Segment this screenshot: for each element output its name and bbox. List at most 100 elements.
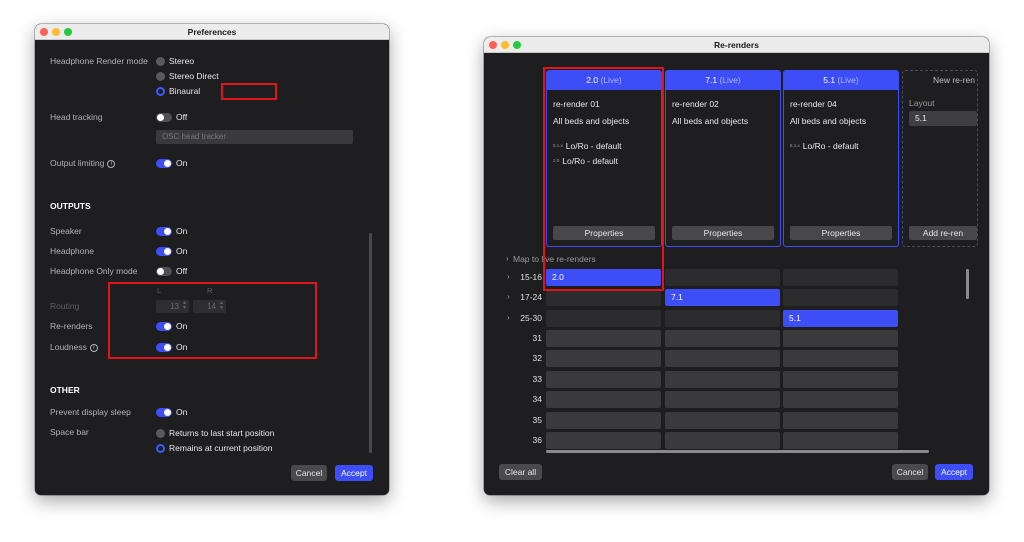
- minimize-button[interactable]: [501, 41, 509, 49]
- accept-button[interactable]: Accept: [335, 465, 373, 481]
- grid-cell[interactable]: [665, 330, 780, 347]
- titlebar: Re-renders: [484, 37, 989, 53]
- grid-cell[interactable]: [783, 371, 898, 388]
- radio-returns-start-label: Returns to last start position: [169, 428, 275, 438]
- grid-cell[interactable]: [783, 269, 898, 286]
- grid-cell[interactable]: [546, 391, 661, 408]
- info-icon[interactable]: i: [89, 343, 98, 352]
- grid-cell[interactable]: [546, 350, 661, 367]
- accept-button[interactable]: Accept: [935, 464, 973, 480]
- space-bar-label: Space bar: [50, 427, 89, 437]
- card-content: All beds and objects: [790, 116, 867, 126]
- preferences-window: Preferences Headphone Render mode Stereo…: [35, 24, 389, 495]
- head-tracking-toggle[interactable]: [156, 113, 172, 122]
- rerenders-window: Re-renders 2.0 (Live) re-render 01 All b…: [484, 37, 989, 495]
- window-controls: [40, 28, 72, 36]
- channel-range-label: 34: [532, 394, 542, 404]
- headphone-only-toggle[interactable]: [156, 267, 172, 276]
- rerender-card-7-1[interactable]: 7.1 (Live) re-render 02 All beds and obj…: [665, 70, 781, 247]
- output-limiting-label: Output limiting i: [50, 158, 116, 168]
- channel-range-label: 33: [532, 374, 542, 384]
- output-limiting-toggle[interactable]: [156, 159, 172, 168]
- grid-cell[interactable]: [546, 412, 661, 429]
- grid-cell[interactable]: [546, 310, 661, 327]
- grid-cell[interactable]: [665, 371, 780, 388]
- grid-row: 36: [484, 432, 898, 449]
- layout-select[interactable]: 5.1: [909, 111, 977, 126]
- channel-range-label: 35: [532, 415, 542, 425]
- grid-cell[interactable]: [546, 371, 661, 388]
- osc-head-tracker-field[interactable]: OSC head tracker: [156, 130, 353, 144]
- add-rerender-button[interactable]: Add re-ren: [909, 226, 977, 240]
- window-controls: [489, 41, 521, 49]
- scrollbar[interactable]: [369, 233, 372, 453]
- headphone-render-mode-label: Headphone Render mode: [50, 56, 148, 66]
- minimize-button[interactable]: [52, 28, 60, 36]
- outputs-heading: OUTPUTS: [50, 201, 91, 211]
- grid-cell[interactable]: [783, 330, 898, 347]
- radio-returns-start[interactable]: [156, 429, 165, 438]
- radio-stereo-direct[interactable]: [156, 72, 165, 81]
- radio-stereo-label: Stereo: [169, 56, 195, 66]
- scrollbar-horizontal[interactable]: [546, 450, 929, 453]
- card-header: 5.1 (Live): [784, 71, 898, 90]
- card-name: re-render 02: [672, 99, 719, 109]
- prevent-sleep-state: On: [176, 407, 188, 417]
- radio-stereo[interactable]: [156, 57, 165, 66]
- grid-cell[interactable]: [665, 350, 780, 367]
- grid-cell[interactable]: [783, 432, 898, 449]
- properties-button[interactable]: Properties: [672, 226, 774, 240]
- prevent-sleep-label: Prevent display sleep: [50, 407, 131, 417]
- head-tracking-state: Off: [176, 112, 188, 122]
- card-name: re-render 04: [790, 99, 837, 109]
- new-rerender-header: New re-ren: [932, 75, 975, 85]
- info-icon[interactable]: i: [107, 159, 116, 168]
- channel-range-label: 31: [532, 333, 542, 343]
- speaker-label: Speaker: [50, 226, 82, 236]
- grid-cell[interactable]: [783, 412, 898, 429]
- grid-cell[interactable]: [665, 391, 780, 408]
- headphone-label: Headphone: [50, 246, 94, 256]
- headphone-only-state: Off: [176, 266, 188, 276]
- grid-cell[interactable]: [665, 432, 780, 449]
- properties-button[interactable]: Properties: [790, 226, 892, 240]
- rerenders-label: Re-renders: [50, 321, 93, 331]
- scrollbar-vertical[interactable]: [966, 269, 969, 299]
- speaker-state: On: [176, 226, 188, 236]
- close-button[interactable]: [40, 28, 48, 36]
- channel-range-label: 25-30: [520, 313, 542, 323]
- card-downmix: 5.1.x Lo/Ro - default: [790, 141, 859, 151]
- zoom-button[interactable]: [64, 28, 72, 36]
- speaker-toggle[interactable]: [156, 227, 172, 236]
- grid-cell[interactable]: 5.1: [783, 310, 898, 327]
- grid-row: 32: [484, 350, 898, 367]
- grid-cell[interactable]: [546, 289, 661, 306]
- grid-cell[interactable]: [665, 412, 780, 429]
- chevron-right-icon[interactable]: ›: [506, 254, 509, 263]
- zoom-button[interactable]: [513, 41, 521, 49]
- window-title: Re-renders: [714, 40, 759, 50]
- layout-label: Layout: [909, 98, 935, 108]
- grid-cell[interactable]: [783, 350, 898, 367]
- rerender-card-5-1[interactable]: 5.1 (Live) re-render 04 All beds and obj…: [783, 70, 899, 247]
- grid-row: › 25-30 5.1: [484, 310, 898, 327]
- grid-cell[interactable]: [783, 289, 898, 306]
- grid-cell[interactable]: 7.1: [665, 289, 780, 306]
- radio-remains-current[interactable]: [156, 444, 165, 453]
- headphone-toggle[interactable]: [156, 247, 172, 256]
- clear-all-button[interactable]: Clear all: [499, 464, 542, 480]
- grid-cell[interactable]: [665, 269, 780, 286]
- titlebar: Preferences: [35, 24, 389, 40]
- grid-cell[interactable]: [546, 330, 661, 347]
- grid-cell[interactable]: [665, 310, 780, 327]
- close-button[interactable]: [489, 41, 497, 49]
- radio-binaural-label: Binaural: [169, 86, 201, 96]
- prevent-sleep-toggle[interactable]: [156, 408, 172, 417]
- loudness-label: Loudness i: [50, 342, 98, 352]
- cancel-button[interactable]: Cancel: [291, 465, 327, 481]
- cancel-button[interactable]: Cancel: [892, 464, 928, 480]
- grid-cell[interactable]: [546, 432, 661, 449]
- radio-binaural[interactable]: [156, 87, 165, 96]
- annotation-box: [543, 67, 664, 291]
- grid-cell[interactable]: [783, 391, 898, 408]
